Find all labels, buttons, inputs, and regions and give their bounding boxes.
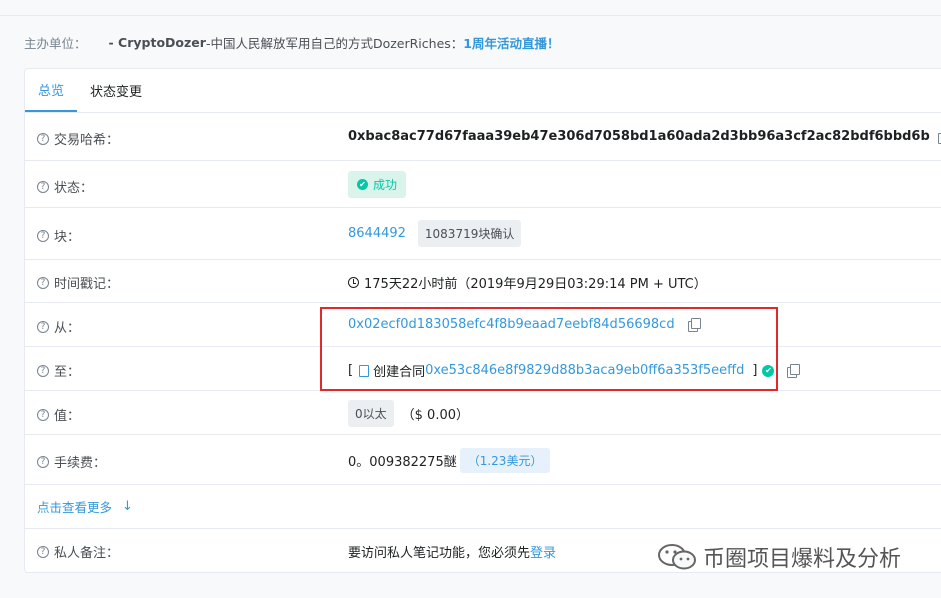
check-circle-icon: ✔ — [357, 179, 368, 190]
verified-check-icon: ✔ — [762, 364, 775, 377]
question-icon: ? — [37, 229, 49, 242]
status-badge: ✔ 成功 — [348, 171, 407, 198]
row-block: ? 块： 8644492 1083719块确认 — [25, 208, 941, 260]
row-value: ✔ 成功 — [348, 171, 407, 198]
login-link[interactable]: 登录 — [530, 542, 556, 561]
row-label: ? 至： — [37, 361, 80, 380]
row-label: ? 私人备注： — [37, 542, 119, 561]
clock-icon — [348, 277, 359, 288]
row-status: ? 状态： ✔ 成功 — [25, 161, 941, 208]
contract-icon — [359, 364, 370, 377]
question-icon: ? — [37, 180, 49, 193]
row-label: ? 状态： — [37, 177, 93, 196]
row-label: ? 手续费： — [37, 452, 106, 471]
row-value: 要访问私人笔记功能，您必须先 登录 — [348, 542, 556, 561]
question-icon: ? — [37, 364, 49, 377]
row-tx-hash: ? 交易哈希： 0xbac8ac77d67faaa39eb47e306d7058… — [25, 114, 941, 161]
eth-value-badge: 0以太 — [348, 400, 394, 427]
timestamp-value: 175天22小时前（2019年9月29日03:29:14 PM + UTC） — [364, 277, 707, 292]
copy-icon[interactable] — [687, 318, 701, 332]
bracket-open: [ — [348, 363, 354, 378]
confirmations-badge: 1083719块确认 — [417, 220, 522, 247]
bracket-close: ] — [752, 363, 758, 378]
question-icon: ? — [37, 408, 49, 421]
top-divider — [0, 15, 941, 16]
question-icon: ? — [37, 132, 49, 145]
tab-bar: 总览 状态变更 — [25, 69, 941, 113]
sponsor-link[interactable]: 1周年活动直播！ — [463, 33, 559, 52]
transaction-card: 总览 状态变更 ? 交易哈希： 0xbac8ac77d67faaa39eb47e… — [24, 68, 941, 573]
copy-icon[interactable] — [787, 364, 801, 378]
question-icon: ? — [37, 320, 49, 333]
row-value: 8644492 1083719块确认 — [348, 220, 522, 247]
question-icon: ? — [37, 545, 49, 558]
fee-usd-badge: （1.23美元） — [459, 448, 551, 473]
question-icon: ? — [37, 276, 49, 289]
arrow-down-icon: ↓ — [122, 499, 133, 514]
from-address-link[interactable]: 0x02ecf0d183058efc4f8b9eaad7eebf84d56698… — [348, 317, 675, 332]
show-more-link[interactable]: 点击查看更多 ↓ — [37, 497, 133, 516]
row-value: 0。009382275醚 （1.23美元） — [348, 448, 551, 473]
row-label: ? 时间戳记： — [37, 273, 119, 292]
sponsor-label: 主办单位： — [24, 35, 87, 51]
tab-state-changes[interactable]: 状态变更 — [77, 69, 155, 112]
sponsor-bar: 主办单位： - CryptoDozer -中国人民解放军用自己的方式DozerR… — [24, 33, 559, 51]
note-text: 要访问私人笔记功能，您必须先 — [348, 546, 531, 561]
row-label: ? 交易哈希： — [37, 129, 119, 148]
row-value-eth: ? 值： 0以太 （$ 0.00） — [25, 391, 941, 435]
wechat-logo-icon — [658, 544, 696, 570]
tx-hash-value: 0xbac8ac77d67faaa39eb47e306d7058bd1a60ad… — [348, 129, 930, 144]
row-value: 0以太 （$ 0.00） — [348, 400, 469, 427]
row-label: ? 值： — [37, 405, 80, 424]
row-label: ? 块： — [37, 226, 80, 245]
row-from: ? 从： 0x02ecf0d183058efc4f8b9eaad7eebf84d… — [25, 303, 941, 347]
row-fee: ? 手续费： 0。009382275醚 （1.23美元） — [25, 435, 941, 485]
question-icon: ? — [37, 455, 49, 468]
contract-address-link[interactable]: 0xe53c846e8f9829d88b3aca9eb0ff6a353f5eef… — [425, 363, 744, 378]
sponsor-description: -中国人民解放军用自己的方式DozerRiches： — [205, 35, 464, 51]
row-value: [ 创建合同 0xe53c846e8f9829d88b3aca9eb0ff6a3… — [348, 361, 801, 380]
sponsor-brand[interactable]: - CryptoDozer — [109, 35, 206, 50]
row-value: 0x02ecf0d183058efc4f8b9eaad7eebf84d56698… — [348, 317, 701, 332]
fee-eth-value: 0。009382275醚 — [348, 455, 457, 470]
block-number-link[interactable]: 8644492 — [348, 226, 406, 241]
row-value: 175天22小时前（2019年9月29日03:29:14 PM + UTC） — [348, 273, 707, 292]
row-to: ? 至： [ 创建合同 0xe53c846e8f9829d88b3aca9eb0… — [25, 347, 941, 391]
usd-value: （$ 0.00） — [401, 408, 469, 423]
row-timestamp: ? 时间戳记： 175天22小时前（2019年9月29日03:29:14 PM … — [25, 260, 941, 303]
row-value: 0xbac8ac77d67faaa39eb47e306d7058bd1a60ad… — [348, 129, 941, 144]
watermark: 币圈项目爆料及分析 — [657, 541, 901, 573]
tab-overview[interactable]: 总览 — [25, 69, 78, 112]
row-label: ? 从： — [37, 317, 80, 336]
create-contract-label: 创建合同 — [373, 365, 426, 380]
